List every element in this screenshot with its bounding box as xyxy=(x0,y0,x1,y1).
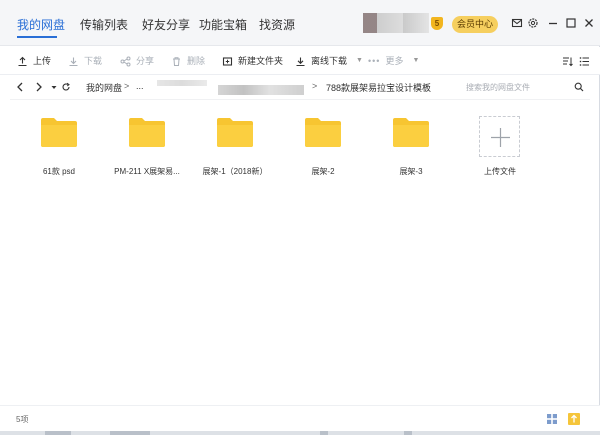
folder-icon xyxy=(129,118,165,147)
search-box xyxy=(459,78,590,96)
search-icon[interactable] xyxy=(574,82,584,92)
delete-button[interactable]: 删除 xyxy=(171,47,205,75)
chevron-down-icon: ▼ xyxy=(356,57,363,64)
blurred-path-segment xyxy=(218,85,304,95)
folder-icon xyxy=(393,118,429,147)
new-folder-icon xyxy=(222,56,233,66)
download-label: 下载 xyxy=(84,56,103,66)
tab-transfer-list[interactable]: 传输列表 xyxy=(80,16,128,33)
breadcrumb-separator: > xyxy=(124,81,130,91)
breadcrumb-separator: > xyxy=(424,81,430,91)
upload-icon xyxy=(18,56,27,66)
minimize-icon[interactable] xyxy=(547,17,559,29)
folder-icon xyxy=(305,118,341,147)
plus-icon xyxy=(491,128,510,147)
divider xyxy=(10,99,590,100)
tab-toolbox[interactable]: 功能宝箱 xyxy=(199,16,247,33)
active-tab-indicator xyxy=(17,36,57,38)
upload-file-label: 上传文件 xyxy=(484,167,516,176)
user-avatar[interactable] xyxy=(363,13,429,33)
tab-friend-share[interactable]: 好友分享 xyxy=(142,16,190,33)
maximize-icon[interactable] xyxy=(565,17,577,29)
download-icon xyxy=(69,57,78,66)
background-window-cell xyxy=(45,431,71,435)
forward-icon[interactable] xyxy=(34,81,44,93)
share-label: 分享 xyxy=(136,56,155,66)
mail-icon[interactable] xyxy=(511,17,523,29)
folder-name: PM-211 X展架易... xyxy=(114,167,180,176)
more-label: 更多 xyxy=(385,56,404,66)
breadcrumb-separator: > xyxy=(312,81,318,91)
new-folder-button[interactable]: 新建文件夹 xyxy=(222,47,283,75)
folder-icon xyxy=(217,118,253,147)
level-badge: 5 xyxy=(431,17,443,30)
upload-button[interactable]: 上传 xyxy=(17,47,51,75)
folder-name: 展架-1（2018新） xyxy=(202,167,268,176)
sort-icon[interactable] xyxy=(562,56,573,67)
history-dropdown-icon[interactable] xyxy=(49,81,59,93)
offline-download-icon xyxy=(296,57,305,66)
chevron-down-icon: ▼ xyxy=(412,57,420,64)
upload-shortcut-icon[interactable] xyxy=(568,413,580,425)
top-nav: 我的网盘 传输列表 好友分享 功能宝箱 找资源 5 会员中心 xyxy=(0,0,600,46)
breadcrumb-current-folder[interactable]: 788款展架易拉宝设计模板 xyxy=(326,81,431,94)
breadcrumb-ellipsis[interactable]: ... xyxy=(136,81,144,91)
back-icon[interactable] xyxy=(15,81,25,93)
breadcrumb-root[interactable]: 我的网盘 xyxy=(86,81,122,94)
blurred-path-segment xyxy=(157,80,207,86)
background-window xyxy=(0,431,600,435)
share-button[interactable]: 分享 xyxy=(120,47,154,75)
folder-icon xyxy=(41,118,77,147)
folder-name: 展架-2 xyxy=(311,167,335,176)
share-icon xyxy=(120,56,131,66)
upload-file-tile[interactable] xyxy=(479,116,520,157)
upload-label: 上传 xyxy=(33,56,52,66)
trash-icon xyxy=(173,56,180,66)
folder-name: 展架-3 xyxy=(399,167,423,176)
vip-center-button[interactable]: 会员中心 xyxy=(452,16,498,33)
settings-icon[interactable] xyxy=(527,17,539,29)
refresh-icon[interactable] xyxy=(61,81,71,93)
grid-view-icon[interactable] xyxy=(547,414,557,424)
new-folder-label: 新建文件夹 xyxy=(238,56,284,66)
list-view-icon[interactable] xyxy=(579,56,590,67)
tab-find-resources[interactable]: 找资源 xyxy=(259,16,295,33)
more-dots-icon: ••• xyxy=(368,56,381,66)
background-window-cell xyxy=(320,431,328,435)
background-window-cell xyxy=(110,431,150,435)
arrow-up-icon xyxy=(571,414,577,423)
search-input[interactable] xyxy=(459,78,590,96)
more-button[interactable]: ••• 更多 ▼ xyxy=(368,47,419,75)
background-window-cell xyxy=(404,431,412,435)
offline-download-label: 离线下载 xyxy=(311,56,348,66)
status-bar: 5项 xyxy=(0,405,600,431)
download-button[interactable]: 下载 xyxy=(68,47,102,75)
file-toolbar: 上传 下载 分享 删除 新建文件夹 离线下载 ▼ ••• 更多 ▼ xyxy=(0,47,600,75)
item-count: 5项 xyxy=(16,415,29,424)
address-bar: 我的网盘 > ... > 788款展架易拉宝设计模板 > xyxy=(0,76,600,100)
close-icon[interactable] xyxy=(583,17,595,29)
netdisk-window: 我的网盘 传输列表 好友分享 功能宝箱 找资源 5 会员中心 上传 下载 分享 … xyxy=(0,0,600,431)
offline-download-button[interactable]: 离线下载 ▼ xyxy=(295,47,363,75)
folder-name: 61款 psd xyxy=(42,167,76,176)
tab-my-disk[interactable]: 我的网盘 xyxy=(17,16,65,33)
delete-label: 删除 xyxy=(187,56,206,66)
